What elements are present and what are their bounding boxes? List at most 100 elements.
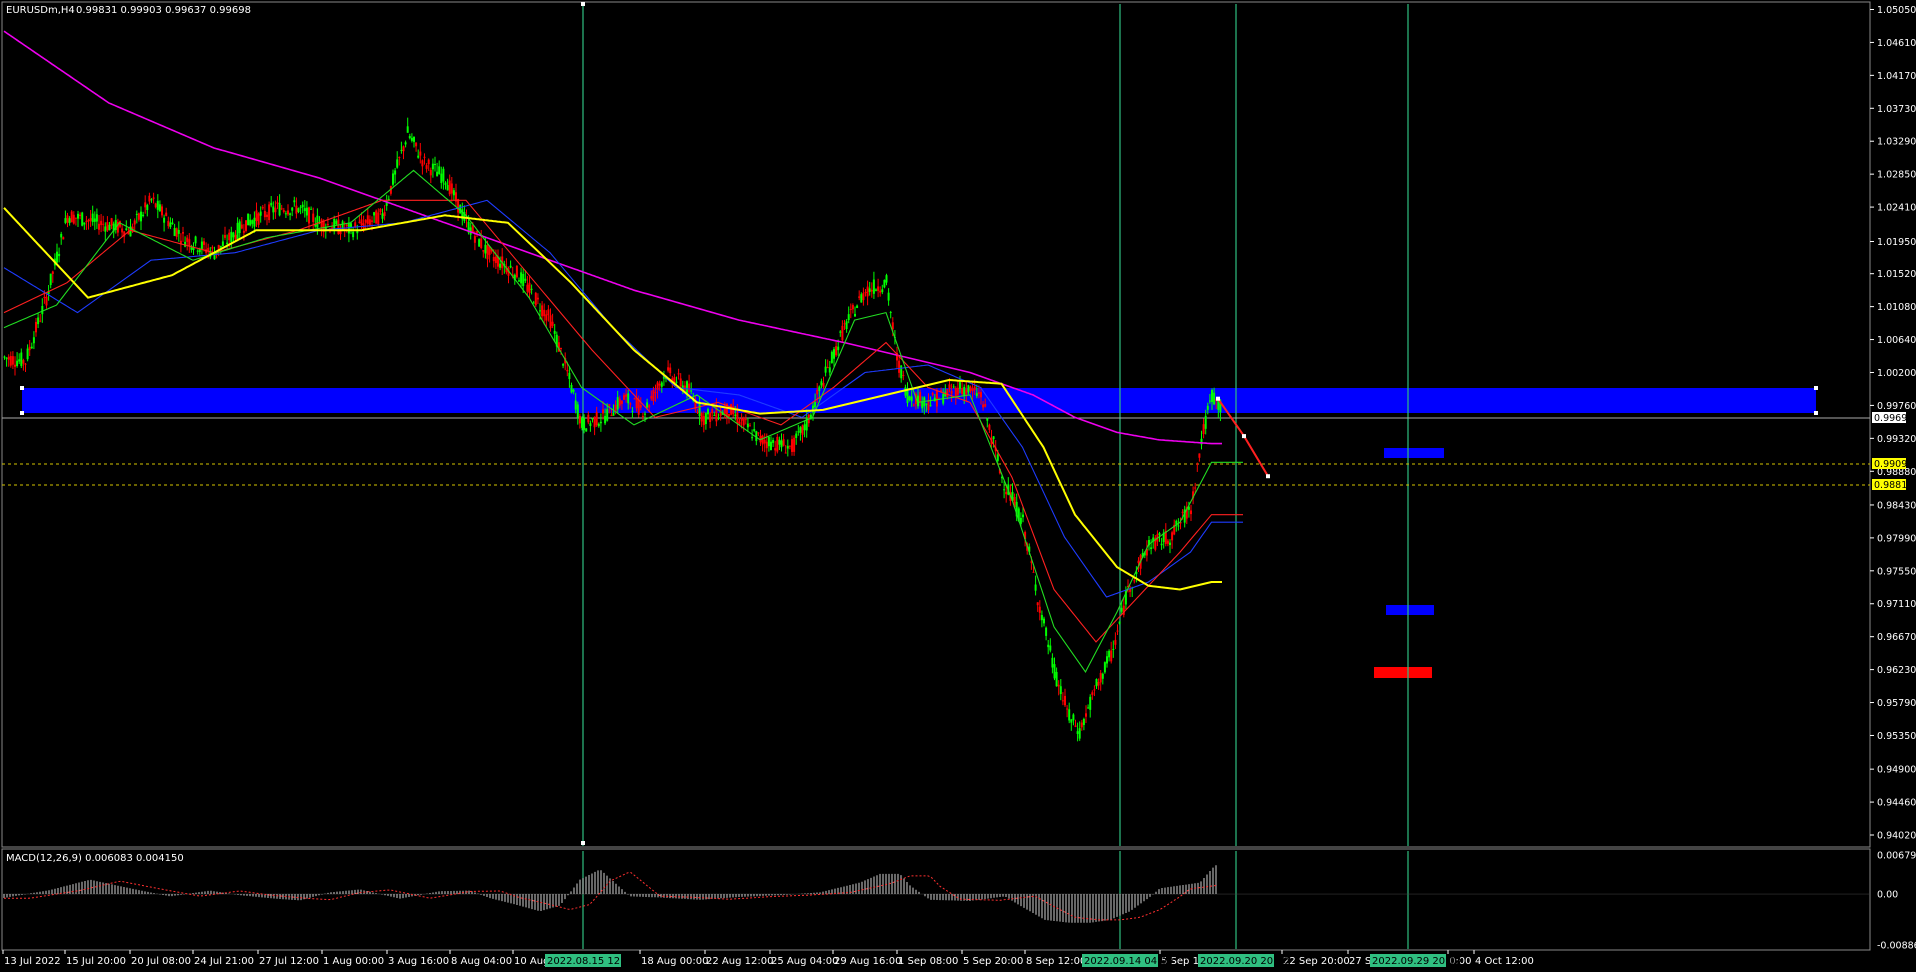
candle-body bbox=[520, 272, 523, 284]
chart-canvas[interactable]: EURUSDm,H4 0.99831 0.99903 0.99637 0.996… bbox=[0, 0, 1916, 972]
ohlc-label: 0.99831 0.99903 0.99637 0.99698 bbox=[76, 5, 251, 16]
candle-body bbox=[37, 317, 40, 325]
candle-body bbox=[274, 207, 277, 213]
candle-body bbox=[837, 346, 840, 351]
candle-body bbox=[30, 346, 33, 349]
candle-body bbox=[608, 404, 611, 406]
candle-body bbox=[709, 413, 712, 422]
x-tick-label: 15 Jul 20:00 bbox=[66, 956, 126, 967]
candle-body bbox=[1038, 606, 1041, 613]
zone-handle[interactable] bbox=[1814, 411, 1818, 415]
candle-body bbox=[593, 416, 596, 428]
vline-date-text: 2022.09.29 20:00 bbox=[1372, 956, 1461, 967]
candle-body bbox=[707, 409, 709, 415]
candle-body bbox=[26, 348, 29, 360]
candle-body bbox=[541, 305, 544, 317]
y-tick-label: 0.97110 bbox=[1877, 599, 1916, 610]
candle-body bbox=[232, 232, 235, 238]
red-zone-small[interactable] bbox=[1374, 667, 1432, 678]
vline-handle[interactable] bbox=[581, 2, 585, 6]
candle-body bbox=[696, 411, 699, 413]
candle-body bbox=[879, 290, 882, 293]
candle-body bbox=[986, 418, 989, 421]
candle-body bbox=[79, 214, 82, 217]
candle-body bbox=[620, 400, 623, 404]
candle-body bbox=[1055, 671, 1058, 687]
candle-body bbox=[585, 428, 588, 432]
candle-body bbox=[1177, 525, 1180, 527]
candle-body bbox=[150, 199, 153, 201]
candle-body bbox=[576, 404, 579, 418]
zone-handle[interactable] bbox=[1814, 386, 1818, 390]
candle-body bbox=[753, 429, 756, 432]
candle-body bbox=[518, 280, 520, 282]
x-tick-label: 10 Aug bbox=[514, 956, 549, 967]
candle-body bbox=[545, 314, 548, 321]
candle-body bbox=[996, 454, 999, 461]
candle-body bbox=[988, 424, 991, 430]
candle-body bbox=[259, 211, 262, 216]
candle-body bbox=[270, 202, 273, 206]
zone-handle[interactable] bbox=[20, 386, 24, 390]
candle-body bbox=[826, 367, 829, 369]
candle-body bbox=[350, 223, 352, 228]
candle-body bbox=[839, 331, 842, 333]
candle-body bbox=[226, 242, 229, 245]
candle-body bbox=[434, 164, 436, 166]
candle-body bbox=[528, 282, 531, 293]
candle-body bbox=[431, 163, 434, 170]
candle-body bbox=[427, 159, 430, 165]
candle-body bbox=[28, 346, 31, 351]
candle-body bbox=[1217, 400, 1220, 410]
candle-body bbox=[578, 415, 581, 424]
candle-body bbox=[345, 224, 348, 227]
candle-body bbox=[72, 214, 75, 224]
candle-body bbox=[1158, 533, 1161, 535]
candle-body bbox=[675, 381, 678, 383]
candle-body bbox=[961, 388, 964, 395]
candle-body bbox=[410, 137, 413, 141]
candle-body bbox=[58, 253, 61, 257]
candle-body bbox=[1040, 614, 1043, 621]
vline-date-text: 2022.08.15 12:00 bbox=[547, 956, 636, 967]
blue-zone-small-2[interactable] bbox=[1386, 605, 1434, 615]
vline-handle[interactable] bbox=[581, 841, 585, 845]
zone-handle[interactable] bbox=[20, 411, 24, 415]
x-tick-label: 22 Sep 20:00 bbox=[1283, 956, 1350, 967]
x-tick-label: 22 Aug 12:00 bbox=[706, 956, 773, 967]
candle-body bbox=[146, 204, 149, 211]
candle-body bbox=[690, 390, 693, 392]
candle-body bbox=[18, 359, 21, 362]
candle-body bbox=[549, 315, 552, 329]
candle-body bbox=[140, 211, 142, 222]
candle-body bbox=[398, 156, 401, 158]
candle-body bbox=[1085, 713, 1087, 717]
candle-body bbox=[515, 265, 518, 278]
candle-body bbox=[736, 412, 739, 424]
candle-body bbox=[982, 404, 985, 408]
x-tick-label: 8 Aug 04:00 bbox=[451, 956, 512, 967]
candle-body bbox=[179, 240, 182, 244]
candle-body bbox=[639, 405, 642, 408]
candle-body bbox=[154, 203, 157, 208]
candle-body bbox=[93, 218, 96, 222]
candle-body bbox=[845, 321, 848, 329]
candle-body bbox=[658, 383, 661, 386]
candle-body bbox=[1101, 673, 1104, 679]
blue-zone-small-1[interactable] bbox=[1384, 448, 1444, 458]
candle-body bbox=[32, 337, 35, 344]
candle-body bbox=[599, 421, 602, 424]
candle-body bbox=[207, 247, 210, 251]
vline-date-text: 2022.09.14 04:00 bbox=[1084, 956, 1173, 967]
candle-body bbox=[473, 236, 476, 243]
candle-body bbox=[1160, 543, 1163, 546]
candle-body bbox=[591, 418, 594, 420]
candle-body bbox=[194, 236, 197, 244]
candle-body bbox=[765, 441, 768, 449]
time-axis[interactable]: 13 Jul 2022 15 Jul 20:00 20 Jul 08:00 24 Ju… bbox=[2, 950, 1534, 967]
candle-body bbox=[667, 367, 670, 371]
candle-body bbox=[106, 222, 109, 231]
candle-body bbox=[935, 390, 938, 407]
candle-body bbox=[757, 432, 760, 434]
candle-body bbox=[87, 219, 90, 222]
